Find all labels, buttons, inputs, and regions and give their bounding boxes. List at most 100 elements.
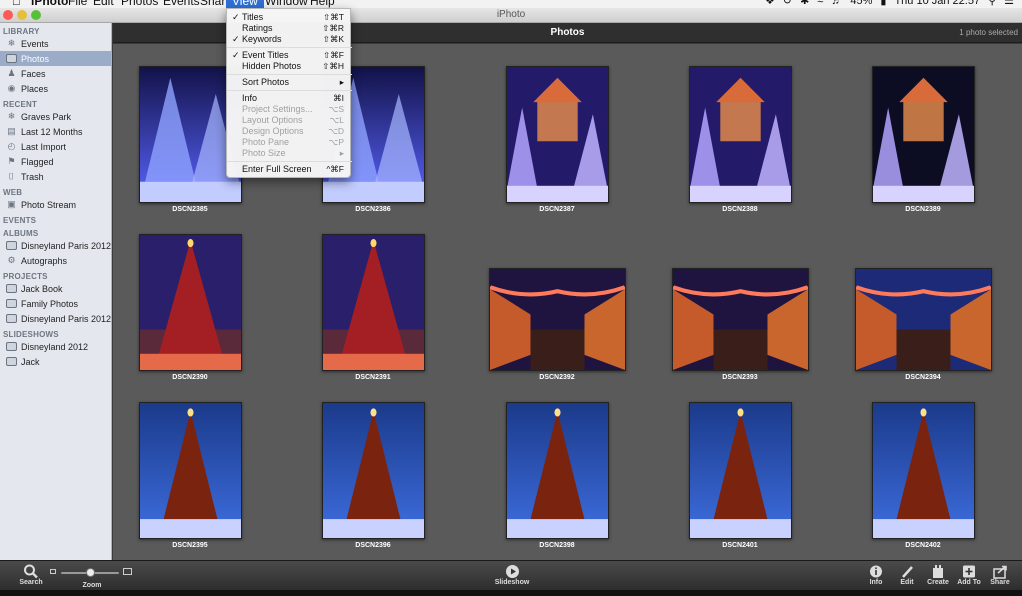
menu-item-label: Layout Options [242, 115, 303, 125]
info-button[interactable]: Info [866, 564, 886, 586]
photo-thumbnail[interactable] [488, 268, 626, 371]
menu-item-event-titles[interactable]: ✓ Event Titles ⇧⌘F [227, 50, 352, 61]
search-label: Search [19, 579, 43, 586]
zoom-label: Zoom [82, 582, 102, 589]
book-icon [6, 314, 17, 323]
sidebar-item-last-import[interactable]: ◴ Last Import [0, 139, 111, 154]
photo-thumbnail[interactable] [138, 234, 242, 371]
sidebar-item-faces[interactable]: ♟ Faces [0, 66, 111, 81]
sidebar-heading-library: LIBRARY [3, 27, 40, 36]
photo-thumbnail[interactable] [688, 66, 792, 203]
apple-menu-icon[interactable]:  [6, 0, 27, 8]
photo-title[interactable]: DSCN2387 [487, 206, 627, 213]
sidebar-item-last-12-months[interactable]: ▤ Last 12 Months [0, 124, 111, 139]
photo-title[interactable]: DSCN2391 [303, 374, 443, 381]
menu-separator [227, 161, 352, 162]
photo-title[interactable]: DSCN2402 [853, 542, 993, 549]
search-button[interactable]: Search [14, 564, 48, 586]
sidebar-item-disneyland-2012[interactable]: Disneyland 2012 [0, 339, 111, 354]
sidebar-item-disneyland-paris-2012[interactable]: Disneyland Paris 2012... [0, 311, 111, 326]
create-button[interactable]: Create [924, 564, 952, 586]
add-to-button[interactable]: Add To [954, 564, 984, 586]
slideshow-button[interactable]: Slideshow [490, 564, 534, 586]
photo-title[interactable]: DSCN2389 [853, 206, 993, 213]
battery-icon[interactable]: ▮ [880, 0, 886, 8]
photo-title[interactable]: DSCN2395 [120, 542, 260, 549]
sidebar-item-jack[interactable]: Jack [0, 354, 111, 369]
photo-title[interactable]: DSCN2392 [487, 374, 627, 381]
menu-item-keywords[interactable]: ✓ Keywords ⇧⌘K [227, 34, 352, 45]
photo-title[interactable]: DSCN2394 [853, 374, 993, 381]
spotlight-icon[interactable]: ⚲ [988, 0, 996, 8]
photo-thumbnail[interactable] [871, 402, 975, 539]
photo-title[interactable]: DSCN2396 [303, 542, 443, 549]
menu-item-photo-size: Photo Size ▸ [227, 148, 352, 159]
photo-thumbnail[interactable] [671, 268, 809, 371]
photo-thumbnail[interactable] [505, 66, 609, 203]
sidebar-item-events[interactable]: ❄ Events [0, 36, 111, 51]
photo-thumbnail[interactable] [138, 402, 242, 539]
sidebar-item-autographs[interactable]: ⚙ Autographs [0, 253, 111, 268]
menu-shortcut: ⇧⌘K [322, 34, 344, 44]
menu-item-design-options: Design Options ⌥D [227, 126, 352, 137]
sidebar-item-label: Flagged [21, 156, 54, 167]
menu-item-sort-photos[interactable]: Sort Photos ▸ [227, 77, 352, 88]
sidebar-item-photo-stream[interactable]: ▣ Photo Stream [0, 197, 111, 212]
slideshow-icon [6, 357, 17, 366]
photo-thumbnail[interactable] [854, 268, 992, 371]
sidebar-item-places[interactable]: ◉ Places [0, 81, 111, 96]
dropbox-icon[interactable]: ❖ [765, 0, 775, 8]
sidebar-item-family-photos[interactable]: Family Photos [0, 296, 111, 311]
photo-title[interactable]: DSCN2386 [303, 206, 443, 213]
zoom-slider[interactable] [50, 568, 135, 578]
notifications-icon[interactable]: ☰ [1004, 0, 1014, 8]
menu-item-info[interactable]: Info ⌘I [227, 93, 352, 104]
share-button[interactable]: Share [987, 564, 1013, 586]
photo-thumbnail[interactable] [688, 402, 792, 539]
photo-title[interactable]: DSCN2398 [487, 542, 627, 549]
trash-icon: ⌷ [8, 171, 15, 181]
sidebar-item-disneyland-paris-2012[interactable]: Disneyland Paris 2012 [0, 238, 111, 253]
menu-shortcut: ⌥S [328, 104, 344, 114]
sidebar-item-trash[interactable]: ⌷ Trash [0, 169, 111, 184]
menu-shortcut: ⇧⌘T [323, 12, 344, 22]
menu-shortcut: ⇧⌘F [323, 50, 344, 60]
info-label: Info [869, 579, 883, 586]
bluetooth-icon[interactable]: ✱ [800, 0, 809, 8]
menu-help[interactable]: Help [304, 0, 341, 8]
menu-item-enter-full-screen[interactable]: Enter Full Screen ^⌘F [227, 164, 352, 175]
sidebar-heading-recent: RECENT [3, 100, 38, 109]
search-icon [24, 564, 38, 579]
sidebar-item-flagged[interactable]: ⚑ Flagged [0, 154, 111, 169]
sidebar-item-jack-book[interactable]: Jack Book [0, 281, 111, 296]
sidebar-item-label: Photos [21, 53, 50, 64]
sidebar-item-label: Photo Stream [21, 199, 77, 210]
wifi-icon[interactable]: ≈ [817, 0, 823, 8]
photo-title[interactable]: DSCN2388 [670, 206, 810, 213]
photo-title[interactable]: DSCN2385 [120, 206, 260, 213]
menu-item-titles[interactable]: ✓ Titles ⇧⌘T [227, 12, 352, 23]
photo-title[interactable]: DSCN2393 [670, 374, 810, 381]
edit-label: Edit [900, 579, 914, 586]
volume-icon[interactable]: ♬ [831, 0, 842, 8]
photo-thumbnail[interactable] [321, 402, 425, 539]
photo-thumbnail[interactable] [505, 402, 609, 539]
sidebar-item-graves-park[interactable]: ❄ Graves Park [0, 109, 111, 124]
menu-item-label: Ratings [242, 23, 273, 33]
faces-icon: ♟ [7, 68, 16, 78]
menu-item-layout-options: Layout Options ⌥L [227, 115, 352, 126]
photo-thumbnail[interactable] [871, 66, 975, 203]
photo-thumbnail[interactable] [321, 234, 425, 371]
clock[interactable]: Thu 10 Jan 22:57 [894, 0, 980, 8]
menu-item-ratings[interactable]: Ratings ⇧⌘R [227, 23, 352, 34]
zoom-slider-knob[interactable] [86, 568, 95, 577]
event-icon: ❄ [7, 111, 16, 121]
menu-item-hidden-photos[interactable]: Hidden Photos ⇧⌘H [227, 61, 352, 72]
photo-title[interactable]: DSCN2401 [670, 542, 810, 549]
edit-button[interactable]: Edit [897, 564, 917, 586]
time-machine-icon[interactable]: ↺ [783, 0, 792, 8]
sidebar-item-label: Autographs [21, 255, 68, 266]
sidebar-item-photos[interactable]: Photos [0, 51, 111, 66]
photo-title[interactable]: DSCN2390 [120, 374, 260, 381]
view-menu-dropdown: ✓ Titles ⇧⌘T Ratings ⇧⌘R ✓ Keywords ⇧⌘K ✓ Event T… [226, 8, 352, 178]
